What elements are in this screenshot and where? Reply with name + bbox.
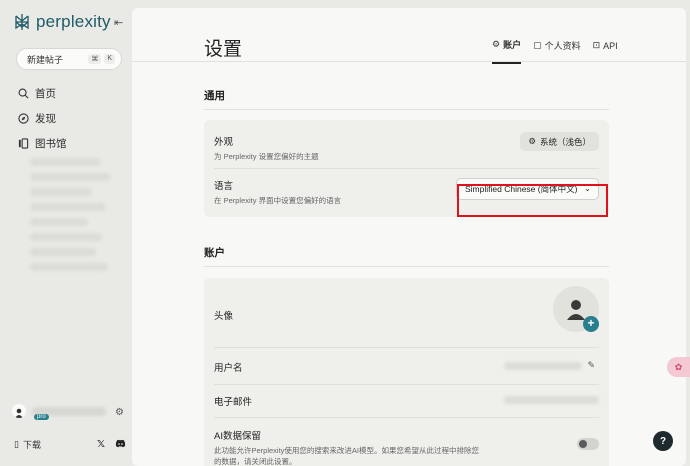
sidebar: perplexity ⇤ 新建帖子 ⌘ K 首页 发现 图书馆 pro ⚙ ▯ (0, 0, 132, 466)
language-highlight-box (457, 184, 608, 217)
library-icon (18, 138, 29, 149)
row-divider (214, 417, 599, 418)
cmd-key: ⌘ (88, 54, 102, 64)
profile-icon: ▢ (533, 40, 542, 50)
extension-bubble-icon[interactable]: ✿ (667, 357, 690, 377)
x-icon[interactable]: 𝕏 (97, 439, 105, 450)
gear-icon: ⚙ (528, 136, 536, 146)
section-general-title: 通用 (204, 90, 225, 102)
sidebar-item-label: 首页 (35, 88, 56, 100)
phone-icon: ▯ (14, 439, 19, 449)
account-card: 头像 + 用户名 ✎ 电子邮件 AI数据保留 此功能允许Perplexity使用… (204, 278, 609, 466)
sidebar-footer: ▯ 下载 𝕏 (14, 438, 126, 451)
header-divider (132, 61, 686, 62)
avatar-label: 头像 (214, 311, 234, 322)
avatar-row: 头像 (214, 308, 599, 322)
shortcut-keys: ⌘ K (88, 54, 115, 64)
download-label: 下载 (22, 440, 41, 450)
sidebar-item-label: 发现 (35, 113, 56, 125)
avatar-upload[interactable]: + (553, 286, 599, 332)
ai-retention-desc-line1: 此功能允许Perplexity使用您的搜索来改进AI模型。如果您希望从此过程中排… (214, 446, 480, 455)
appearance-desc: 为 Perplexity 设置您偏好的主题 (214, 152, 319, 161)
avatar (12, 404, 26, 418)
ai-retention-toggle[interactable] (577, 438, 599, 450)
logo[interactable]: perplexity (14, 12, 111, 32)
ai-retention-desc-line2: 的数据，请关闭此设置。 (214, 457, 297, 466)
sidebar-item-discover[interactable]: 发现 (18, 111, 56, 126)
discord-icon[interactable] (115, 439, 126, 450)
ai-retention-title: AI数据保留 (214, 431, 261, 442)
search-icon (18, 88, 29, 99)
api-icon: ⊡ (592, 40, 601, 50)
plus-icon[interactable]: + (583, 316, 599, 332)
ai-retention-desc: 此功能允许Perplexity使用您的搜索来改进AI模型。如果您希望从此过程中排… (214, 445, 599, 466)
user-icon (567, 300, 585, 320)
tab-label: API (603, 40, 618, 51)
theme-button[interactable]: ⚙ 系统（浅色） (520, 132, 599, 151)
new-thread-label: 新建帖子 (27, 54, 64, 65)
row-divider (214, 168, 599, 169)
tab-label: 个人资料 (544, 41, 581, 51)
edit-icon[interactable]: ✎ (587, 360, 595, 371)
username-value-blurred (504, 362, 582, 370)
compass-icon (18, 113, 29, 124)
row-divider (214, 347, 599, 348)
pro-badge: pro (34, 414, 49, 420)
download-link[interactable]: ▯ 下载 (14, 438, 41, 451)
sidebar-item-home[interactable]: 首页 (18, 86, 56, 101)
email-value-blurred (504, 396, 599, 404)
page-title: 设置 (204, 39, 243, 60)
row-divider (214, 384, 599, 385)
new-thread-button[interactable]: 新建帖子 ⌘ K (16, 48, 122, 70)
thread-history-list (30, 158, 110, 288)
sidebar-item-library[interactable]: 图书馆 (18, 136, 67, 151)
theme-value: 系统（浅色） (539, 136, 591, 147)
gear-icon[interactable]: ⚙ (115, 407, 124, 418)
section-divider (204, 109, 609, 110)
sidebar-item-label: 图书馆 (35, 138, 67, 150)
settings-panel: 设置 ⚙ 账户 ▢ 个人资料 ⊡ API 通用 外观 为 Perplexity … (132, 8, 686, 466)
help-button[interactable]: ? (653, 431, 673, 451)
k-key: K (104, 54, 115, 64)
collapse-sidebar-icon[interactable]: ⇤ (114, 16, 123, 29)
perplexity-logo-icon (15, 14, 29, 30)
user-account[interactable] (12, 404, 106, 418)
ai-retention-row: AI数据保留 此功能允许Perplexity使用您的搜索来改进AI模型。如果您希… (214, 428, 599, 466)
section-divider (204, 266, 609, 267)
section-account-title: 账户 (204, 247, 225, 259)
logo-text: perplexity (36, 12, 111, 31)
tab-label: 账户 (503, 40, 522, 50)
gear-icon: ⚙ (492, 39, 501, 49)
